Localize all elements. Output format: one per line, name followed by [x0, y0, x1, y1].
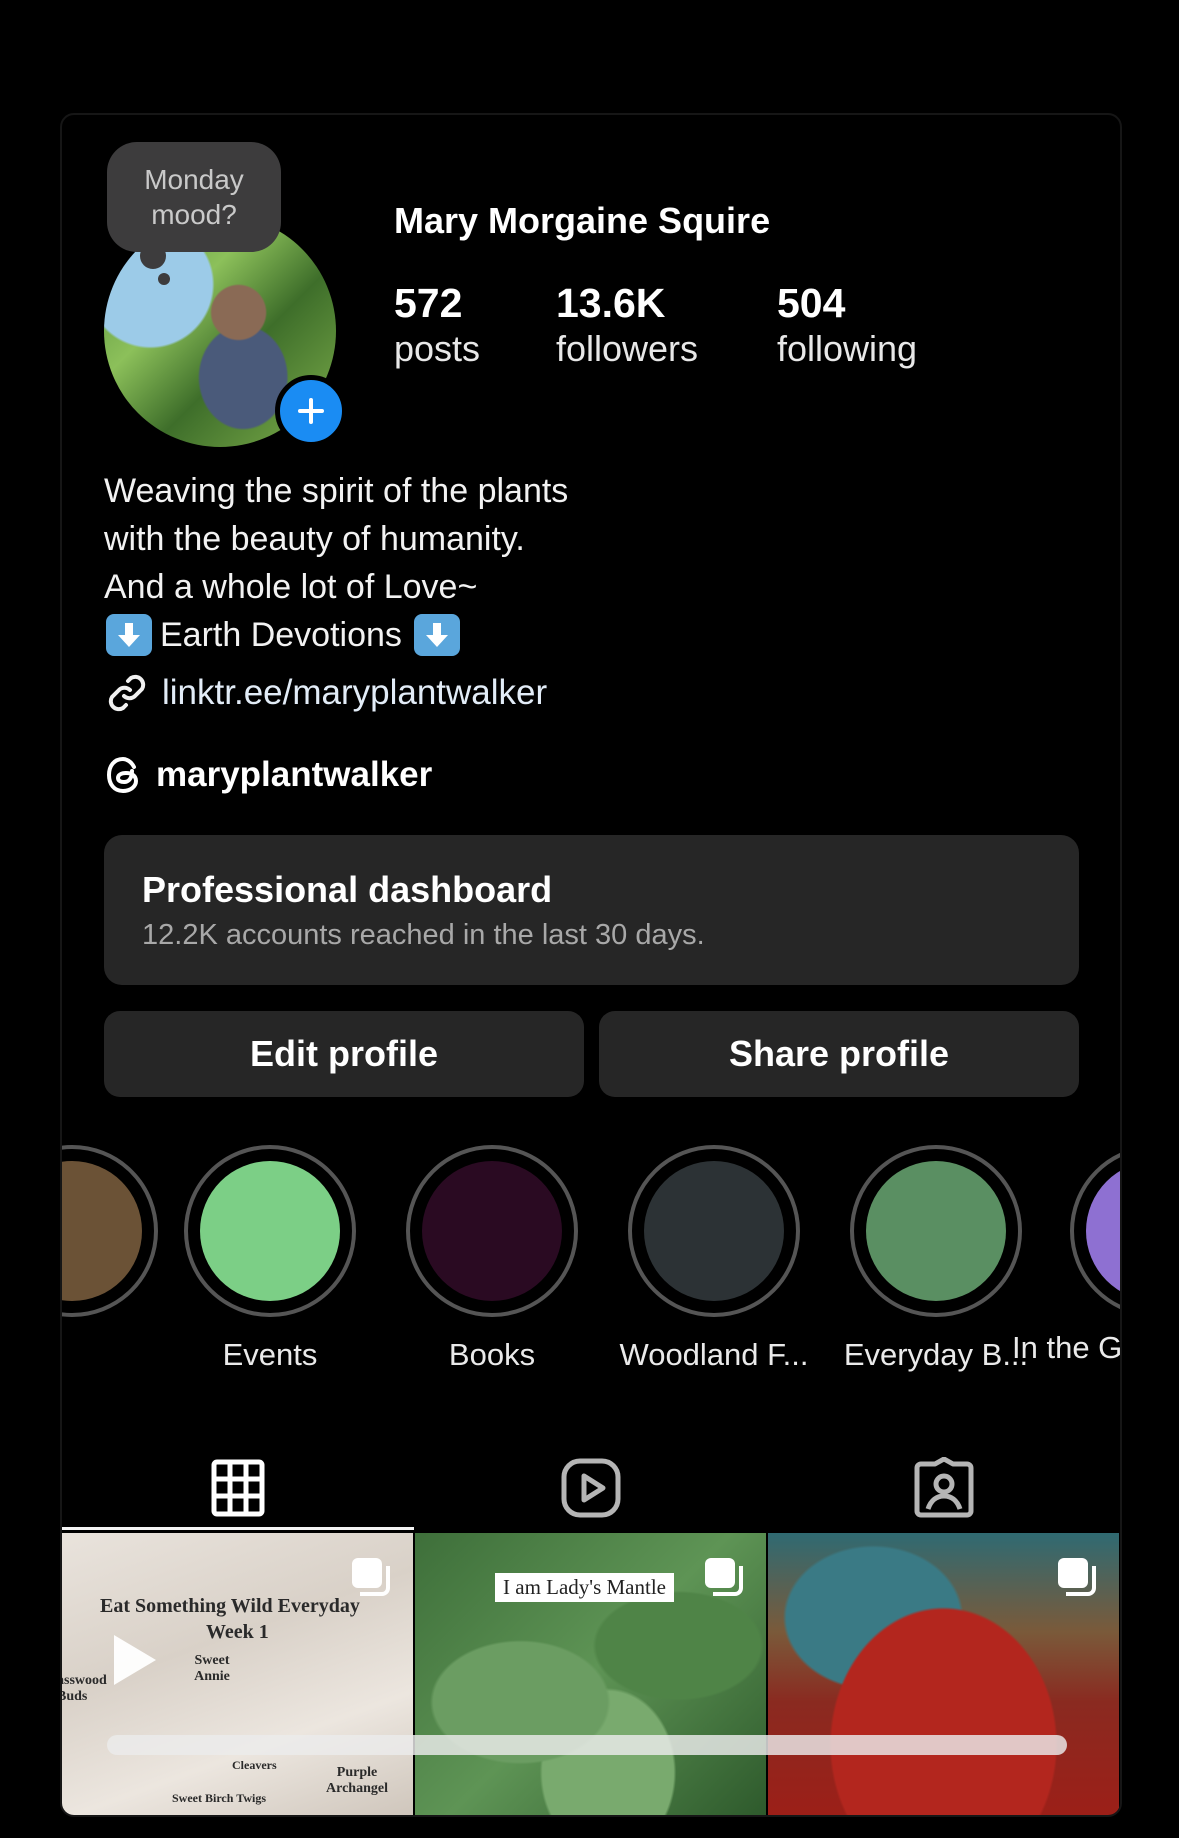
- play-icon: [114, 1635, 156, 1685]
- dashboard-subtitle: 12.2K accounts reached in the last 30 da…: [142, 919, 705, 951]
- stat-followers-count: 13.6K: [556, 280, 666, 326]
- highlight-cover: [1086, 1161, 1120, 1301]
- post-label: Cleavers: [232, 1758, 277, 1772]
- highlight-everyday[interactable]: Everyday B...: [836, 1145, 1036, 1373]
- carousel-icon: [352, 1558, 390, 1596]
- link-icon: [108, 674, 146, 712]
- edit-profile-button[interactable]: Edit profile: [104, 1011, 584, 1097]
- stat-followers[interactable]: 13.6K followers: [556, 280, 698, 372]
- active-tab-indicator: [62, 1527, 414, 1530]
- highlight-label: Books: [448, 1337, 536, 1372]
- note-line-1: Monday: [144, 164, 244, 195]
- share-profile-button[interactable]: Share profile: [599, 1011, 1079, 1097]
- highlight-cover: [62, 1161, 142, 1301]
- grid-icon: [211, 1459, 265, 1516]
- post-caption-title: Eat Something Wild Everyday: [100, 1595, 360, 1617]
- post-caption-week: Week 1: [206, 1621, 269, 1643]
- post-tile[interactable]: I am Lady's Mantle: [415, 1533, 766, 1815]
- highlight-events[interactable]: Events: [170, 1145, 370, 1373]
- dashboard-title: Professional dashboard: [142, 869, 553, 910]
- add-story-button[interactable]: [275, 375, 347, 447]
- highlight-in-the-g[interactable]: [1058, 1145, 1120, 1317]
- stat-posts-label: posts: [394, 328, 481, 369]
- highlight-cover: [866, 1161, 1006, 1301]
- threads-link[interactable]: maryplantwalker: [104, 755, 432, 795]
- profile-name: Mary Morgaine Squire: [394, 200, 771, 241]
- carousel-icon: [1058, 1558, 1096, 1596]
- note-line-2: mood?: [151, 199, 237, 230]
- post-tile[interactable]: Eat Something Wild Everyday Week 1 Sweet…: [62, 1533, 413, 1815]
- bio-line-4: Earth Devotions: [104, 611, 568, 659]
- bio-devotions-text: Earth Devotions: [160, 616, 402, 654]
- highlight-cover: [644, 1161, 784, 1301]
- carousel-icon: [705, 1558, 743, 1596]
- tab-tagged[interactable]: [768, 1440, 1120, 1535]
- professional-dashboard[interactable]: Professional dashboard 12.2K accounts re…: [104, 835, 1079, 985]
- stat-posts-count: 572: [394, 280, 463, 326]
- horizontal-scrollbar[interactable]: [107, 1735, 1067, 1755]
- threads-icon: [106, 756, 139, 794]
- profile-bio: Weaving the spirit of the plants with th…: [104, 467, 568, 659]
- stat-following-count: 504: [777, 280, 846, 326]
- stat-following[interactable]: 504 following: [777, 280, 917, 372]
- post-caption: I am Lady's Mantle: [495, 1573, 674, 1602]
- stat-followers-label: followers: [556, 328, 699, 369]
- down-arrow-icon: [106, 614, 152, 656]
- tab-grid[interactable]: [62, 1440, 414, 1535]
- tab-reels[interactable]: [415, 1440, 767, 1535]
- bio-link[interactable]: linktr.ee/maryplantwalker: [104, 670, 547, 716]
- highlight-books[interactable]: Books: [392, 1145, 592, 1373]
- threads-handle[interactable]: maryplantwalker: [156, 755, 432, 795]
- plus-icon: [298, 398, 324, 424]
- post-label: asswood Buds: [62, 1673, 107, 1704]
- post-label: Sweet Birch Twigs: [172, 1791, 267, 1805]
- reels-icon: [561, 1458, 621, 1517]
- highlight-label: Everyday B...: [843, 1337, 1029, 1372]
- highlight-cover: [200, 1161, 340, 1301]
- tagged-icon: [914, 1456, 974, 1517]
- stat-posts[interactable]: 572 posts: [394, 280, 480, 372]
- bio-link-text[interactable]: linktr.ee/maryplantwalker: [162, 673, 547, 713]
- post-tile[interactable]: [768, 1533, 1119, 1815]
- highlight-label: In the G: [1012, 1330, 1120, 1365]
- highlight-label: Woodland F...: [619, 1337, 809, 1372]
- post-label: Purple Archangel: [326, 1765, 388, 1796]
- note-bubble[interactable]: Monday mood?: [107, 142, 281, 252]
- bio-line-2: with the beauty of humanity.: [104, 520, 525, 558]
- highlight-cover: [422, 1161, 562, 1301]
- note-bubble-tail-dot: [158, 273, 170, 285]
- bio-line-1: Weaving the spirit of the plants: [104, 472, 569, 510]
- stat-following-label: following: [777, 328, 918, 369]
- post-label: Sweet Annie: [194, 1653, 230, 1684]
- highlight-partial-left[interactable]: [62, 1145, 172, 1317]
- profile-screen: Monday mood? Mary Morgaine Squire 572 po…: [60, 113, 1122, 1817]
- highlight-label: Events: [222, 1337, 318, 1372]
- bio-line-3: And a whole lot of Love~: [104, 568, 478, 606]
- down-arrow-icon: [413, 614, 460, 656]
- highlight-woodland[interactable]: Woodland F...: [614, 1145, 814, 1373]
